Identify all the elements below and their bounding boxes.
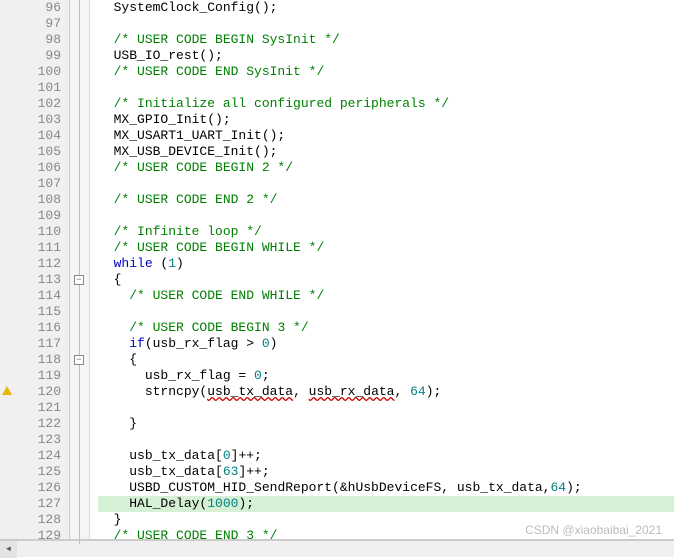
line-number: 109 (20, 208, 61, 224)
code-line[interactable]: SystemClock_Config(); (98, 0, 674, 16)
line-number: 112 (20, 256, 61, 272)
code-line[interactable] (98, 400, 674, 416)
code-line[interactable]: if(usb_rx_flag > 0) (98, 336, 674, 352)
line-number: 102 (20, 96, 61, 112)
code-line[interactable] (98, 16, 674, 32)
code-area[interactable]: SystemClock_Config(); /* USER CODE BEGIN… (90, 0, 674, 539)
fold-toggle-icon[interactable]: − (74, 275, 84, 285)
line-number: 124 (20, 448, 61, 464)
line-number: 127 (20, 496, 61, 512)
code-line[interactable]: /* USER CODE END 2 */ (98, 192, 674, 208)
line-number: 97 (20, 16, 61, 32)
code-line[interactable]: usb_rx_flag = 0; (98, 368, 674, 384)
fold-toggle-icon[interactable]: − (74, 355, 84, 365)
line-number: 111 (20, 240, 61, 256)
line-number: 101 (20, 80, 61, 96)
line-number: 110 (20, 224, 61, 240)
code-line[interactable]: /* Initialize all configured peripherals… (98, 96, 674, 112)
line-number: 126 (20, 480, 61, 496)
code-line[interactable]: } (98, 416, 674, 432)
line-number: 115 (20, 304, 61, 320)
line-number: 128 (20, 512, 61, 528)
line-number-gutter: 9697989910010110210310410510610710810911… (20, 0, 70, 539)
code-line[interactable] (98, 208, 674, 224)
code-line[interactable]: usb_tx_data[63]++; (98, 464, 674, 480)
line-number: 105 (20, 144, 61, 160)
line-number: 99 (20, 48, 61, 64)
line-number: 117 (20, 336, 61, 352)
code-line[interactable]: { (98, 272, 674, 288)
line-number: 106 (20, 160, 61, 176)
fold-margin[interactable]: −− (70, 0, 90, 539)
line-number: 120 (20, 384, 61, 400)
line-number: 119 (20, 368, 61, 384)
code-line[interactable] (98, 432, 674, 448)
line-number: 108 (20, 192, 61, 208)
code-line[interactable]: usb_tx_data[0]++; (98, 448, 674, 464)
code-line[interactable]: /* USER CODE BEGIN 2 */ (98, 160, 674, 176)
code-line[interactable]: { (98, 352, 674, 368)
line-number: 103 (20, 112, 61, 128)
code-line[interactable] (98, 80, 674, 96)
warning-icon (2, 386, 12, 395)
marker-margin (0, 0, 20, 539)
code-line[interactable]: HAL_Delay(1000); (98, 496, 674, 512)
code-line[interactable]: /* USER CODE END WHILE */ (98, 288, 674, 304)
code-line[interactable]: /* USER CODE BEGIN WHILE */ (98, 240, 674, 256)
line-number: 121 (20, 400, 61, 416)
line-number: 116 (20, 320, 61, 336)
code-line[interactable]: USB_IO_rest(); (98, 48, 674, 64)
code-line[interactable] (98, 304, 674, 320)
line-number: 114 (20, 288, 61, 304)
code-line[interactable]: MX_USB_DEVICE_Init(); (98, 144, 674, 160)
line-number: 113 (20, 272, 61, 288)
code-editor[interactable]: 9697989910010110210310410510610710810911… (0, 0, 674, 540)
line-number: 96 (20, 0, 61, 16)
line-number: 118 (20, 352, 61, 368)
code-line[interactable]: } (98, 512, 674, 528)
line-number: 107 (20, 176, 61, 192)
line-number: 125 (20, 464, 61, 480)
code-line[interactable]: while (1) (98, 256, 674, 272)
code-line[interactable]: MX_GPIO_Init(); (98, 112, 674, 128)
code-line[interactable]: /* Infinite loop */ (98, 224, 674, 240)
line-number: 122 (20, 416, 61, 432)
code-line[interactable] (98, 176, 674, 192)
line-number: 100 (20, 64, 61, 80)
line-number: 104 (20, 128, 61, 144)
code-line[interactable]: /* USER CODE BEGIN 3 */ (98, 320, 674, 336)
line-number: 98 (20, 32, 61, 48)
line-number: 123 (20, 432, 61, 448)
code-line[interactable]: /* USER CODE BEGIN SysInit */ (98, 32, 674, 48)
code-line[interactable]: strncpy(usb_tx_data, usb_rx_data, 64); (98, 384, 674, 400)
code-line[interactable]: /* USER CODE END SysInit */ (98, 64, 674, 80)
code-line[interactable]: /* USER CODE END 3 */ (98, 528, 674, 544)
line-number: 129 (20, 528, 61, 544)
code-line[interactable]: USBD_CUSTOM_HID_SendReport(&hUsbDeviceFS… (98, 480, 674, 496)
code-line[interactable]: MX_USART1_UART_Init(); (98, 128, 674, 144)
